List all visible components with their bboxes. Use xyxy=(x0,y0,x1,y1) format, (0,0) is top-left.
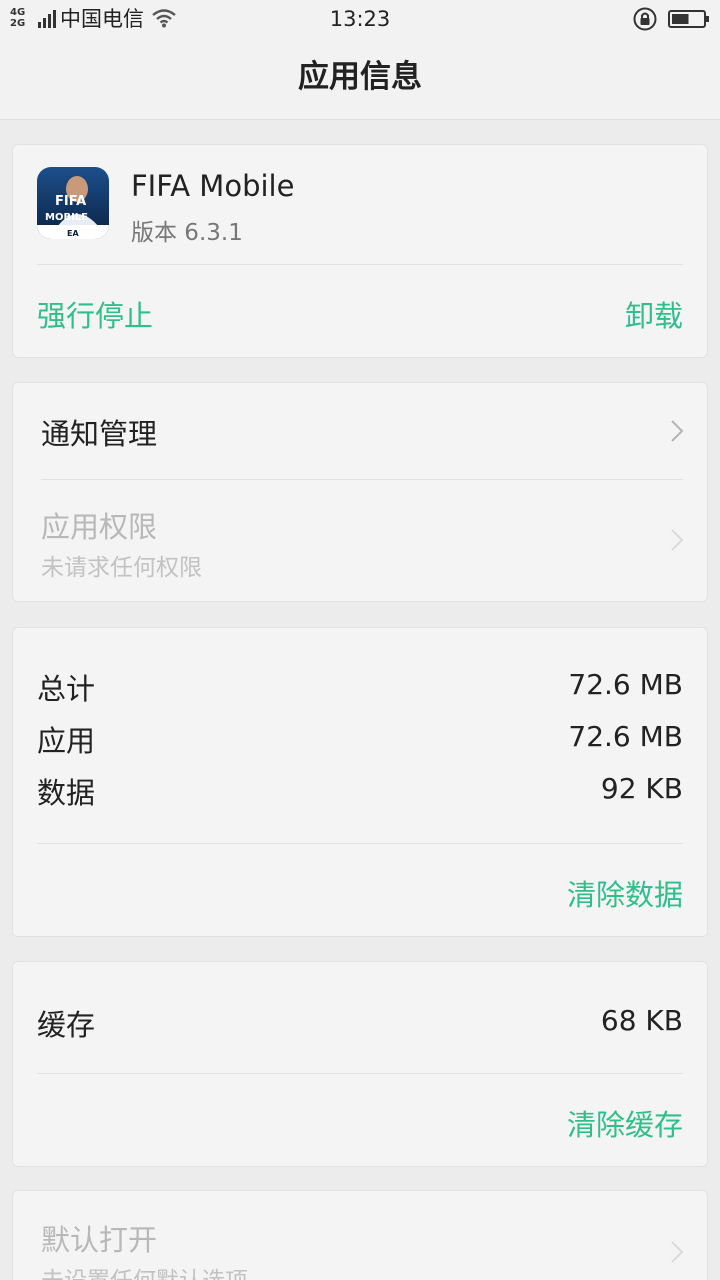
svg-text:EA: EA xyxy=(67,229,79,238)
title-bar: 应用信息 xyxy=(0,38,720,120)
cache-card: 缓存 68 KB 清除缓存 xyxy=(12,961,708,1167)
app-icon: FIFA MOBILE EA xyxy=(37,167,109,239)
app-size-label: 应用 xyxy=(37,724,96,758)
chevron-right-icon xyxy=(671,420,684,442)
page-title: 应用信息 xyxy=(298,59,422,95)
default-open-card: 默认打开 未设置任何默认选项 xyxy=(12,1190,708,1280)
notification-management-row[interactable]: 通知管理 xyxy=(13,383,707,479)
clear-cache-button[interactable]: 清除缓存 xyxy=(567,1102,683,1144)
clear-data-button[interactable]: 清除数据 xyxy=(567,872,683,914)
chevron-right-icon xyxy=(671,529,684,551)
uninstall-button[interactable]: 卸载 xyxy=(625,293,683,335)
divider xyxy=(37,843,683,844)
battery-icon xyxy=(668,10,709,28)
chevron-right-icon xyxy=(671,1241,684,1263)
cache-label: 缓存 xyxy=(37,1008,96,1042)
total-value: 72.6 MB xyxy=(568,668,683,701)
app-size-value: 72.6 MB xyxy=(568,720,683,753)
app-card: FIFA MOBILE EA FIFA Mobile 版本 6.3.1 强行停止… xyxy=(12,144,708,358)
status-bar: 4G 2G 中国电信 13:23 xyxy=(0,0,720,38)
divider xyxy=(37,264,683,265)
app-permissions-subtitle: 未请求任何权限 xyxy=(41,555,202,581)
data-size-label: 数据 xyxy=(37,776,96,810)
app-version: 版本 6.3.1 xyxy=(131,220,243,246)
default-open-subtitle: 未设置任何默认选项 xyxy=(41,1261,248,1280)
cache-value: 68 KB xyxy=(600,1004,683,1037)
total-label: 总计 xyxy=(37,672,96,706)
divider xyxy=(37,1073,683,1074)
app-name: FIFA Mobile xyxy=(131,169,295,203)
default-open-label: 默认打开 xyxy=(41,1223,158,1257)
app-permissions-row[interactable]: 应用权限 未请求任何权限 xyxy=(13,480,707,602)
svg-text:MOBILE: MOBILE xyxy=(45,212,88,223)
rotation-lock-icon xyxy=(633,7,657,31)
data-size-value: 92 KB xyxy=(600,772,683,805)
notification-management-label: 通知管理 xyxy=(41,417,158,451)
svg-text:FIFA: FIFA xyxy=(55,194,86,209)
storage-card: 总计 72.6 MB 应用 72.6 MB 数据 92 KB 清除数据 xyxy=(12,627,708,937)
force-stop-button[interactable]: 强行停止 xyxy=(37,293,153,335)
app-permissions-label: 应用权限 xyxy=(41,510,158,544)
status-time: 13:23 xyxy=(329,7,391,31)
default-open-row[interactable]: 默认打开 未设置任何默认选项 xyxy=(13,1191,707,1280)
settings-card: 通知管理 应用权限 未请求任何权限 xyxy=(12,382,708,602)
